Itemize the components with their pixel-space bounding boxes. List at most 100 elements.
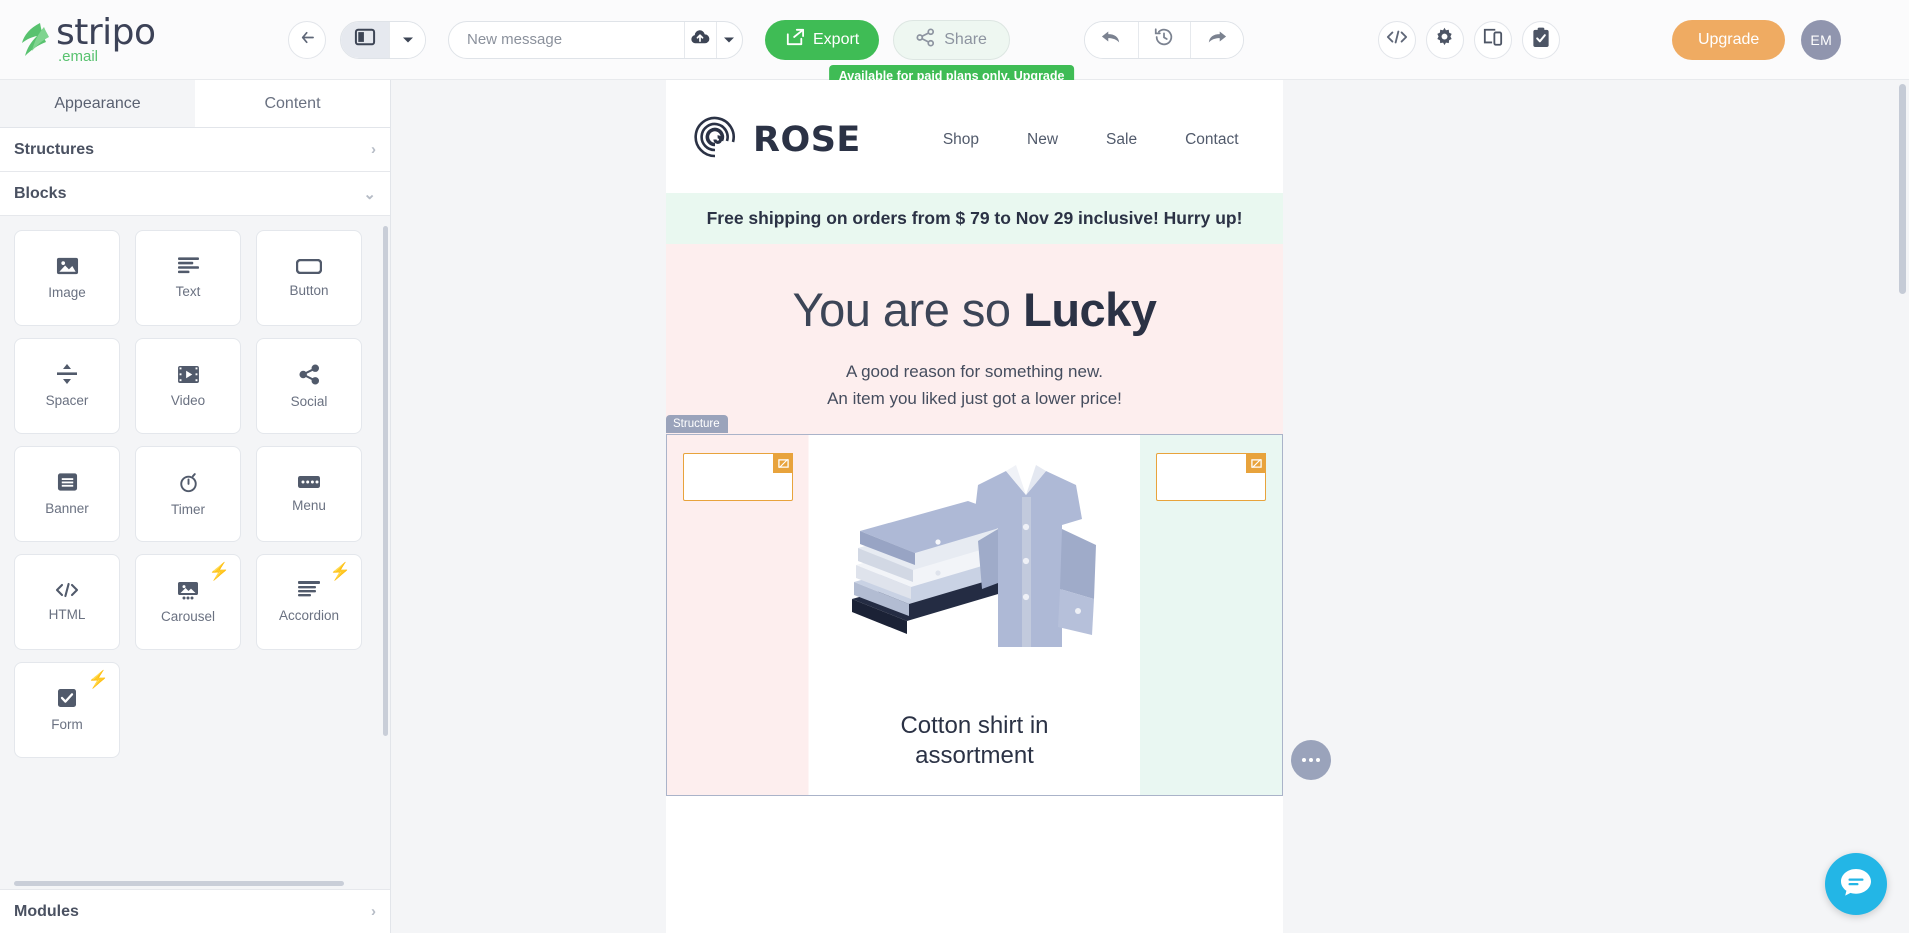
message-name-field[interactable] (448, 20, 743, 59)
export-button[interactable]: Export (765, 19, 880, 60)
block-banner[interactable]: Banner (14, 446, 120, 542)
image-placeholder-icon (1246, 453, 1266, 474)
block-social[interactable]: Social (256, 338, 362, 434)
drop-placeholder-left[interactable] (683, 453, 793, 502)
block-spacer[interactable]: Spacer (14, 338, 120, 434)
block-form[interactable]: ⚡ Form (14, 662, 120, 758)
email-brand[interactable]: ROSE (690, 112, 861, 167)
block-video[interactable]: Video (135, 338, 241, 434)
tab-content[interactable]: Content (195, 80, 390, 127)
email-nav: Shop New Sale Contact (919, 131, 1263, 149)
gear-icon (1434, 27, 1455, 53)
block-label: Form (51, 717, 83, 732)
block-label: Button (289, 282, 329, 298)
save-to-cloud-button[interactable] (684, 21, 716, 58)
section-blocks[interactable]: Blocks ⌄ (0, 172, 390, 216)
undo-arrow-icon (1100, 27, 1122, 52)
checklist-button[interactable] (1521, 20, 1560, 59)
block-label: Menu (292, 498, 326, 513)
block-carousel[interactable]: ⚡ Carousel (135, 554, 241, 650)
image-icon (56, 256, 79, 276)
nav-link-new[interactable]: New (1003, 131, 1082, 149)
undo-button[interactable] (1084, 21, 1138, 58)
sidebar-vertical-scrollbar[interactable] (383, 226, 388, 736)
redo-button[interactable] (1189, 21, 1243, 58)
drop-placeholder-right[interactable] (1156, 453, 1266, 502)
top-toolbar: stripo .email New message Export Share A… (0, 0, 1909, 87)
code-view-button[interactable] (1377, 20, 1416, 59)
selected-structure[interactable]: Structure Cotton shirt in assortment (666, 415, 1283, 797)
block-timer[interactable]: Timer (135, 446, 241, 542)
settings-button[interactable] (1425, 20, 1464, 59)
block-label: Spacer (45, 393, 89, 408)
block-html[interactable]: HTML (14, 554, 120, 650)
block-accordion[interactable]: ⚡ Accordion (256, 554, 362, 650)
device-preview-icon (1482, 27, 1504, 52)
ellipsis-icon (1302, 758, 1320, 762)
carousel-icon (177, 581, 199, 600)
sidebar-horizontal-scrollbar[interactable] (14, 881, 344, 886)
support-chat-button[interactable] (1825, 853, 1887, 915)
nav-link-shop[interactable]: Shop (919, 131, 1003, 149)
timer-icon (178, 471, 199, 493)
tab-appearance[interactable]: Appearance (0, 80, 195, 127)
structure-context-menu-button[interactable] (1291, 740, 1331, 780)
stripo-logo[interactable]: stripo .email (18, 15, 278, 64)
nav-link-contact[interactable]: Contact (1161, 131, 1262, 149)
block-image[interactable]: Image (14, 230, 120, 326)
hero-title-bold: Lucky (1023, 283, 1157, 336)
section-modules[interactable]: Modules › (0, 889, 390, 933)
layout-panel-icon (354, 27, 376, 52)
share-button[interactable]: Share Available for paid plans only. Upg… (828, 19, 1075, 87)
structure-tag[interactable]: Structure (666, 415, 728, 434)
right-tools-group (1377, 20, 1560, 59)
rose-spiral-icon (690, 112, 740, 167)
email-header: ROSE Shop New Sale Contact (666, 80, 1283, 193)
product-title-line2: assortment (915, 742, 1034, 770)
panel-layout-button[interactable] (341, 21, 389, 58)
brand-name: ROSE (753, 119, 861, 160)
panel-dropdown-button[interactable] (389, 21, 425, 58)
history-button[interactable] (1137, 21, 1190, 58)
history-clock-icon (1153, 26, 1175, 53)
cloud-upload-icon (689, 28, 711, 51)
section-structures[interactable]: Structures › (0, 128, 390, 172)
chevron-right-icon: › (371, 903, 376, 920)
export-icon (785, 28, 805, 51)
avatar[interactable]: EM (1801, 19, 1842, 60)
block-button[interactable]: Button (256, 230, 362, 326)
structure-column-right[interactable] (1140, 435, 1282, 795)
text-lines-icon (177, 257, 199, 275)
block-text[interactable]: Text (135, 230, 241, 326)
structure-column-left[interactable] (667, 435, 809, 795)
pro-feature-bolt-icon: ⚡ (329, 562, 351, 581)
message-name-input[interactable] (449, 21, 684, 58)
block-label: Social (290, 393, 328, 409)
code-brackets-icon (55, 582, 79, 598)
blocks-scroll-area: Image Text Button Spacer Video Social Ba… (0, 216, 390, 889)
back-button[interactable] (288, 20, 326, 59)
block-menu[interactable]: Menu (256, 446, 362, 542)
hero-sub-line1: A good reason for something new. (845, 361, 1104, 381)
banner-icon (57, 472, 78, 492)
canvas-scrollbar[interactable] (1899, 84, 1906, 294)
button-icon (296, 258, 322, 274)
upgrade-button[interactable]: Upgrade (1671, 19, 1786, 60)
share-label: Share (944, 30, 987, 48)
left-sidebar: Appearance Content Structures › Blocks ⌄… (0, 80, 391, 933)
stripo-email-editor: stripo .email New message Export Share A… (0, 0, 1909, 933)
block-label: Image (48, 285, 86, 300)
structure-column-center[interactable]: Cotton shirt in assortment (809, 435, 1140, 796)
product-card[interactable]: Cotton shirt in assortment (809, 435, 1140, 796)
panel-toggle-group[interactable] (340, 20, 426, 59)
blocks-grid: Image Text Button Spacer Video Social Ba… (0, 230, 390, 758)
chevron-down-icon (402, 31, 414, 49)
nav-link-sale[interactable]: Sale (1082, 131, 1161, 149)
product-title-line1: Cotton shirt in (900, 712, 1049, 740)
chevron-down-icon: ⌄ (363, 185, 376, 203)
device-preview-button[interactable] (1473, 20, 1512, 59)
product-image[interactable] (809, 449, 1140, 700)
block-label: Timer (171, 502, 205, 517)
message-menu-button[interactable] (715, 21, 742, 58)
chevron-right-icon: › (371, 141, 376, 158)
